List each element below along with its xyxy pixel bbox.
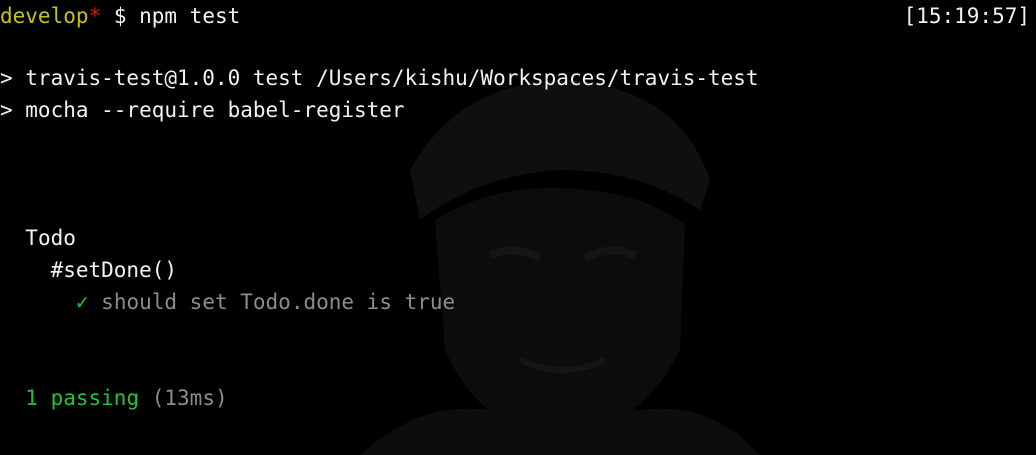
test-case-line: ✓ should set Todo.done is true [0,286,455,318]
git-branch-name: develop [0,4,89,28]
shell-prompt-line: develop* $ npm test [0,0,240,32]
command-text[interactable]: npm test [139,4,240,28]
prompt-separator: $ [101,4,140,28]
check-mark-icon: ✓ [75,290,89,314]
suite-name: Todo [25,226,76,250]
npm-script-line: > travis-test@1.0.0 test /Users/kishu/Wo… [0,66,759,90]
test-case-name: should set Todo.done is true [101,290,456,314]
prompt-timestamp: [15:19:57] [903,4,1030,28]
passing-count: 1 passing [25,386,140,410]
describe-name: #setDone() [50,258,178,282]
terminal-window[interactable]: develop* $ npm test [15:19:57] > travis-… [0,0,1036,455]
test-describe-title: #setDone() [0,254,177,286]
test-summary-line: 1 passing (13ms) [0,382,228,414]
npm-command-line: > mocha --require babel-register [0,98,405,122]
git-dirty-marker: * [88,4,102,28]
test-duration: (13ms) [151,386,228,410]
test-suite-title: Todo [0,222,76,254]
